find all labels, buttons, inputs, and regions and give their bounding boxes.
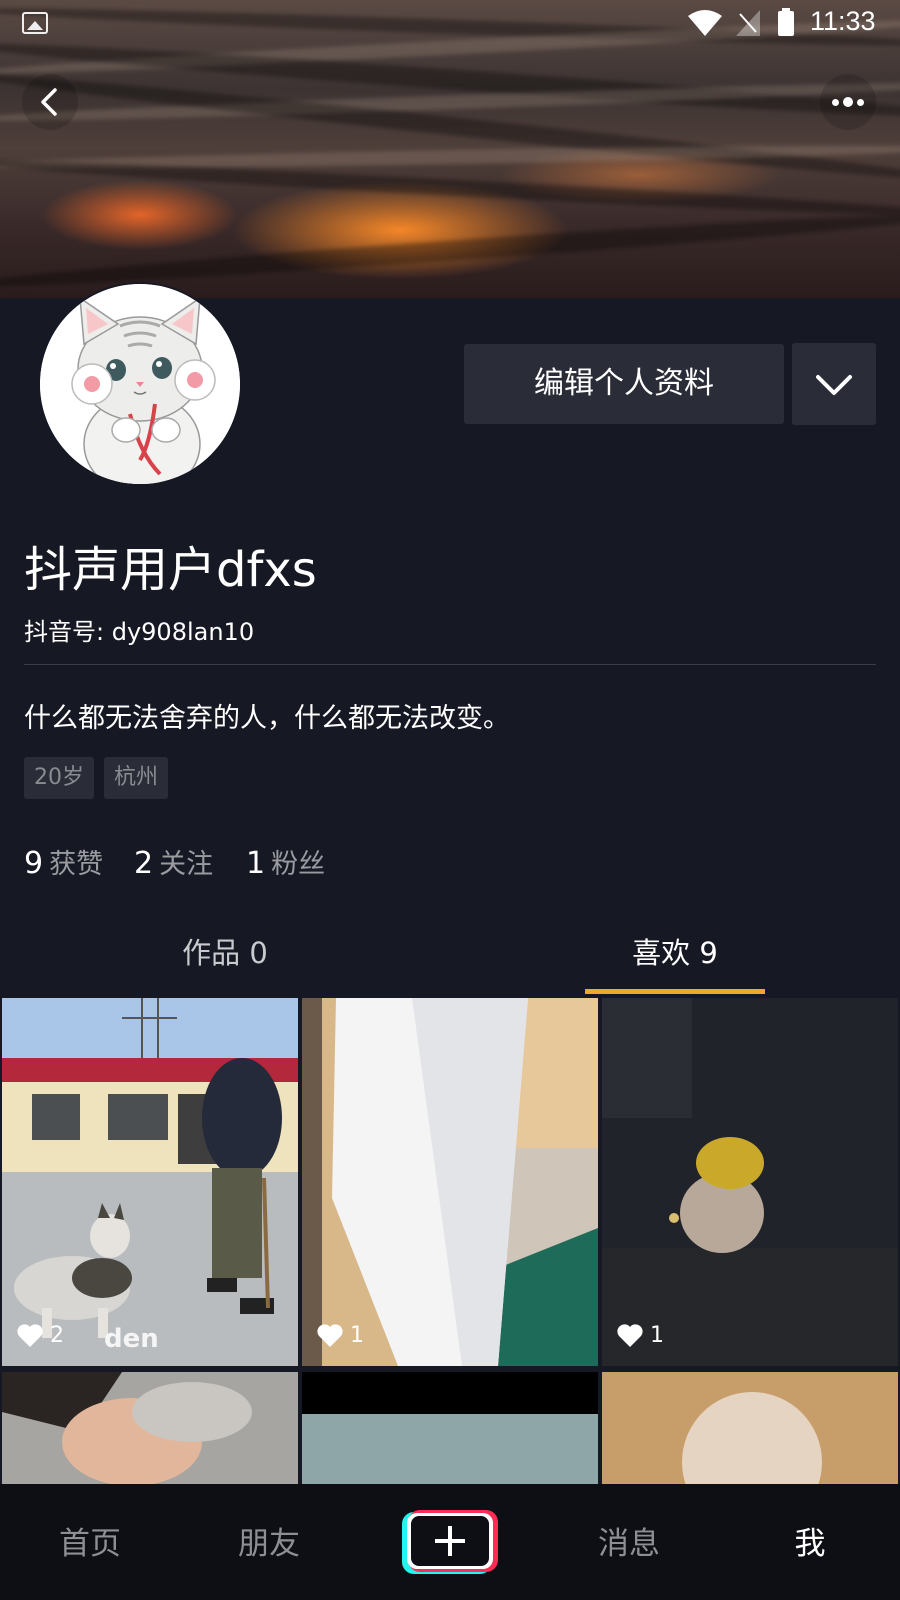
create-video-button[interactable] — [402, 1510, 498, 1574]
signature[interactable]: 什么都无法舍弃的人，什么都无法改变。 — [24, 696, 510, 735]
status-time: 11:33 — [810, 6, 876, 36]
video-cover-paper-image — [302, 998, 598, 1366]
video-like-count: 2 — [16, 1322, 64, 1348]
chevron-down-icon — [816, 375, 852, 395]
stat-label: 粉丝 — [271, 849, 326, 880]
nav-friends[interactable]: 朋友 — [209, 1518, 329, 1563]
video-thumbnail[interactable]: 1 — [302, 998, 598, 1366]
heart-icon — [617, 1324, 643, 1347]
stat-label: 获赞 — [49, 849, 104, 880]
bottom-navigation: 首页 朋友 消息 我 — [0, 1484, 900, 1600]
edit-profile-button[interactable]: 编辑个人资料 — [464, 344, 784, 424]
video-cover-image — [302, 1372, 598, 1484]
stat-followers[interactable]: 1 粉丝 — [246, 842, 325, 881]
like-count-value: 1 — [650, 1322, 664, 1348]
stat-following[interactable]: 2 关注 — [134, 842, 213, 881]
divider — [24, 664, 876, 665]
video-like-count: 1 — [616, 1322, 664, 1348]
stat-value: 2 — [134, 846, 154, 881]
tab-works[interactable]: 作品 0 — [130, 930, 320, 990]
tab-likes[interactable]: 喜欢 9 — [585, 930, 765, 990]
nav-messages[interactable]: 消息 — [569, 1518, 689, 1563]
video-cover-husky-image — [2, 998, 298, 1366]
nav-home[interactable]: 首页 — [30, 1518, 150, 1563]
plus-icon — [402, 1510, 498, 1574]
gallery-notification-icon — [22, 12, 48, 34]
wifi-icon — [688, 10, 722, 36]
cellular-no-signal-icon — [736, 10, 760, 36]
recommend-friends-dropdown-button[interactable] — [792, 343, 876, 425]
stat-likes-received[interactable]: 9 获赞 — [24, 842, 103, 881]
stat-label: 关注 — [159, 849, 214, 880]
video-cover-fluffy-cat-image — [602, 1372, 898, 1484]
heart-icon — [17, 1324, 43, 1347]
tag-location: 杭州 — [104, 757, 169, 799]
nav-me[interactable]: 我 — [750, 1518, 870, 1563]
video-thumbnail[interactable]: 1 — [602, 998, 898, 1366]
chevron-left-icon — [41, 88, 57, 116]
video-watermark: den — [104, 1324, 159, 1354]
tag-age: 20岁 — [24, 757, 94, 799]
more-options-button[interactable] — [820, 74, 876, 130]
status-bar: 11:33 — [0, 0, 900, 48]
video-thumbnail[interactable] — [302, 1372, 598, 1484]
battery-icon — [778, 8, 794, 36]
like-count-value: 2 — [50, 1322, 64, 1348]
video-thumbnail[interactable]: 2 den — [2, 998, 298, 1366]
video-thumbnail[interactable] — [602, 1372, 898, 1484]
avatar[interactable] — [38, 282, 242, 486]
video-thumbnail[interactable] — [2, 1372, 298, 1484]
heart-icon — [317, 1324, 343, 1347]
nickname: 抖声用户dfxs — [24, 542, 317, 598]
back-button[interactable] — [22, 74, 78, 130]
video-like-count: 1 — [316, 1322, 364, 1348]
like-count-value: 1 — [350, 1322, 364, 1348]
tab-active-indicator — [585, 989, 765, 994]
douyin-id[interactable]: 抖音号: dy908lan10 — [24, 612, 254, 647]
stat-value: 9 — [24, 846, 44, 881]
video-cover-kitten-image — [2, 1372, 298, 1484]
video-cover-night-cat-image — [602, 998, 898, 1366]
stat-value: 1 — [246, 846, 266, 881]
cat-avatar-image — [40, 284, 240, 484]
